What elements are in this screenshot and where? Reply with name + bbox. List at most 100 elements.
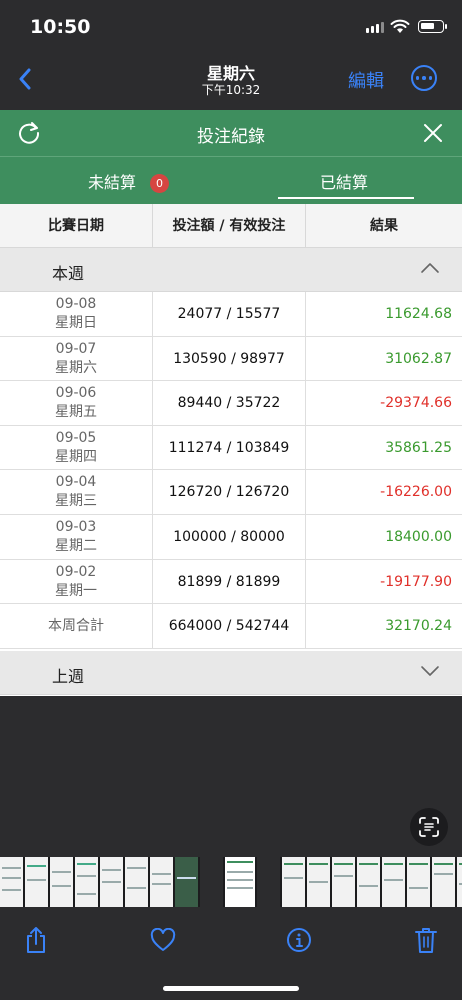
tab-settled[interactable]: 已結算 — [320, 169, 368, 193]
thumbnail[interactable] — [407, 857, 430, 907]
thumbnail[interactable] — [50, 857, 73, 907]
thumbnail-gap — [200, 857, 223, 907]
row-date: 09-05 — [55, 429, 97, 446]
results-table: 09-08 星期日 24077 / 15577 11624.68 09-07 星期六… — [0, 292, 462, 649]
row-weekday: 星期四 — [55, 448, 97, 465]
row-result: -19177.90 — [380, 573, 452, 590]
chevron-down-icon — [421, 666, 439, 676]
thumbnail[interactable] — [457, 857, 462, 907]
chevron-up-icon — [421, 263, 439, 273]
row-amount: 130590 / 98977 — [153, 336, 306, 381]
thumbnail[interactable] — [307, 857, 330, 907]
favorite-button[interactable] — [148, 925, 178, 955]
photos-nav-bar: 星期六 下午10:32 編輯 — [0, 54, 462, 106]
table-row[interactable]: 09-06 星期五 89440 / 35722 -29374.66 — [0, 381, 462, 426]
row-result: 35861.25 — [385, 439, 452, 456]
thumbnail[interactable] — [125, 857, 148, 907]
close-icon[interactable] — [422, 122, 444, 144]
thumbnail[interactable] — [282, 857, 305, 907]
app-title: 投注紀錄 — [197, 127, 265, 147]
row-weekday: 星期日 — [55, 315, 97, 331]
thumbnail[interactable] — [100, 857, 123, 907]
thumbnail[interactable] — [75, 857, 98, 907]
row-date: 09-07 — [55, 340, 97, 357]
battery-icon — [418, 20, 447, 33]
thumbnail[interactable] — [332, 857, 355, 907]
tab-settled-label: 已結算 — [320, 173, 369, 192]
row-result: 18400.00 — [385, 528, 452, 545]
table-row[interactable]: 09-04 星期三 126720 / 126720 -16226.00 — [0, 470, 462, 515]
row-weekday: 星期三 — [55, 493, 97, 510]
section-last-week[interactable]: 上週 — [0, 651, 462, 695]
live-text-button[interactable] — [410, 808, 448, 846]
row-weekday: 星期一 — [55, 582, 97, 599]
table-row[interactable]: 09-08 星期日 24077 / 15577 11624.68 — [0, 292, 462, 337]
thumbnail[interactable] — [432, 857, 455, 907]
app-header: 投注紀錄 — [0, 110, 462, 156]
row-result: 31062.87 — [385, 350, 452, 367]
table-row[interactable]: 09-03 星期二 100000 / 80000 18400.00 — [0, 514, 462, 560]
row-amount: 126720 / 126720 — [153, 470, 306, 514]
info-icon — [287, 928, 311, 952]
row-date: 09-08 — [55, 296, 97, 312]
thumbnail[interactable] — [25, 857, 48, 907]
wifi-icon — [390, 19, 410, 33]
row-amount: 111274 / 103849 — [153, 425, 306, 470]
section-label: 上週 — [52, 667, 85, 686]
more-icon — [415, 76, 420, 80]
table-row[interactable]: 09-07 星期六 130590 / 98977 31062.87 — [0, 336, 462, 382]
row-date: 09-04 — [55, 474, 97, 491]
section-label: 本週 — [52, 264, 85, 283]
screenshot-image: 投注紀錄 未結算 0 已結算 比賽日期 投注額 / 有效投注 結果 本週 09-0… — [0, 110, 462, 696]
total-result: 32170.24 — [385, 618, 452, 635]
heart-icon — [150, 928, 176, 951]
total-row: 本周合計 664000 / 542744 32170.24 — [0, 604, 462, 649]
thumbnail[interactable] — [175, 857, 198, 907]
thumbnail-gap — [257, 857, 280, 907]
photos-toolbar — [0, 907, 462, 1000]
status-time: 10:50 — [30, 16, 91, 38]
share-button[interactable] — [21, 925, 51, 955]
more-button[interactable] — [411, 65, 437, 91]
section-this-week[interactable]: 本週 — [0, 248, 462, 292]
unsettled-count-badge: 0 — [150, 174, 170, 193]
tab-unsettled-label: 未結算 — [88, 173, 137, 192]
trash-icon — [415, 928, 437, 953]
thumbnail[interactable] — [0, 857, 23, 907]
thumbnail[interactable] — [357, 857, 380, 907]
home-indicator — [163, 986, 299, 991]
thumbnail-current[interactable] — [225, 857, 255, 907]
row-date: 09-06 — [55, 385, 97, 402]
live-text-icon — [419, 817, 439, 837]
active-tab-indicator — [278, 197, 414, 199]
column-header-date: 比賽日期 — [0, 204, 153, 248]
row-date: 09-02 — [55, 563, 97, 580]
row-date: 09-03 — [55, 518, 97, 535]
row-result: -16226.00 — [380, 484, 452, 501]
row-result: -29374.66 — [380, 395, 452, 412]
thumbnail-strip[interactable] — [0, 857, 462, 907]
row-amount: 100000 / 80000 — [153, 514, 306, 559]
row-result: 11624.68 — [385, 306, 452, 322]
table-row[interactable]: 09-02 星期一 81899 / 81899 -19177.90 — [0, 559, 462, 605]
info-button[interactable] — [284, 925, 314, 955]
total-amount: 664000 / 542744 — [153, 604, 306, 648]
row-amount: 24077 / 15577 — [153, 292, 306, 336]
row-amount: 89440 / 35722 — [153, 381, 306, 425]
table-row[interactable]: 09-05 星期四 111274 / 103849 35861.25 — [0, 425, 462, 471]
cellular-signal-icon — [366, 22, 384, 33]
thumbnail[interactable] — [150, 857, 173, 907]
column-header-result: 結果 — [370, 218, 398, 234]
row-weekday: 星期五 — [55, 404, 97, 421]
nav-subtitle: 下午10:32 — [201, 83, 261, 97]
total-label: 本周合計 — [0, 604, 153, 648]
tab-unsettled[interactable]: 未結算 0 — [88, 169, 170, 193]
edit-button[interactable]: 編輯 — [348, 67, 384, 93]
share-icon — [27, 927, 45, 953]
delete-button[interactable] — [411, 925, 441, 955]
row-weekday: 星期六 — [55, 359, 97, 376]
status-bar: 10:50 — [0, 0, 462, 54]
table-header: 比賽日期 投注額 / 有效投注 結果 — [0, 204, 462, 248]
thumbnail[interactable] — [382, 857, 405, 907]
settlement-tabs: 未結算 0 已結算 — [0, 156, 462, 204]
